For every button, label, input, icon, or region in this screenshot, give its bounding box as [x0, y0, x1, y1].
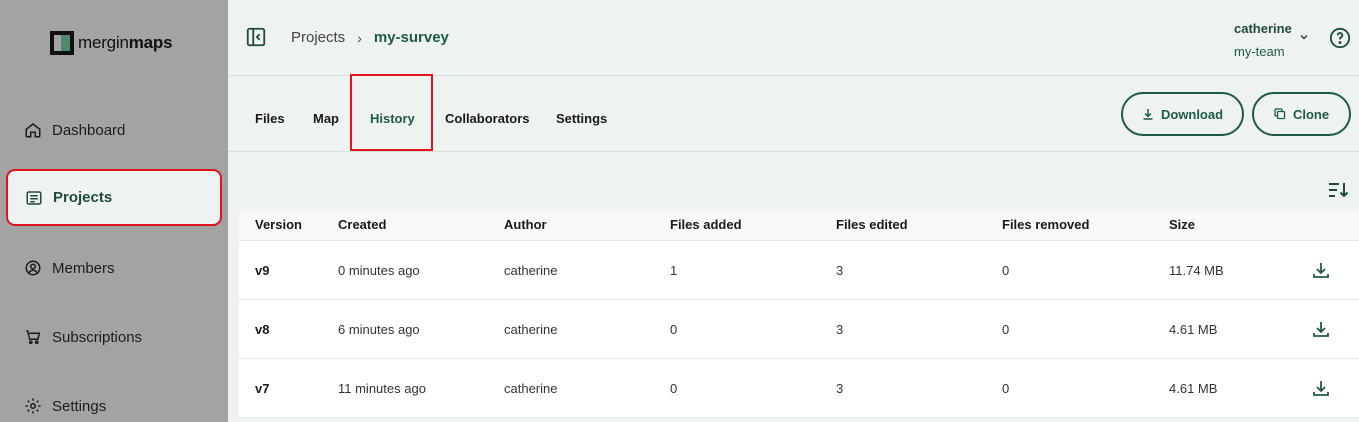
help-icon[interactable]	[1329, 27, 1351, 49]
sidebar-item-label: Settings	[52, 397, 107, 415]
created-cell: 11 minutes ago	[338, 381, 426, 396]
clone-button-label: Clone	[1292, 106, 1330, 122]
download-icon	[1143, 109, 1153, 120]
size-cell: 4.61 MB	[1169, 381, 1218, 396]
download-button-label: Download	[1160, 106, 1224, 122]
size-cell: 4.61 MB	[1169, 322, 1218, 337]
download-version-icon[interactable]	[1312, 261, 1330, 279]
clone-button[interactable]: Clone	[1252, 92, 1351, 136]
author-cell: catherine	[504, 381, 558, 396]
sidebar-item-subscriptions[interactable]: Subscriptions	[24, 325, 142, 349]
column-header[interactable]: Author	[504, 217, 547, 232]
sidebar-item-projects[interactable]: Projects	[6, 169, 222, 226]
created-cell: 0 minutes ago	[338, 263, 420, 278]
tab-collaborators[interactable]: Collaborators	[445, 111, 530, 126]
column-header[interactable]: Files added	[670, 217, 742, 232]
column-header[interactable]: Files edited	[836, 217, 908, 232]
sidebar-item-dashboard[interactable]: Dashboard	[24, 118, 125, 142]
version-cell: v7	[255, 381, 270, 396]
column-header[interactable]: Version	[255, 217, 302, 232]
breadcrumb-current-project: my-survey	[373, 29, 449, 46]
user-name: catherine	[1234, 21, 1292, 36]
tab-files[interactable]: Files	[255, 111, 285, 126]
created-cell: 6 minutes ago	[338, 322, 420, 337]
files-edited-cell: 3	[836, 322, 844, 337]
column-header[interactable]: Size	[1169, 217, 1195, 232]
list-icon	[26, 190, 42, 205]
column-header[interactable]: Files removed	[1002, 217, 1089, 232]
history-table: Version Created Author Files added Files…	[239, 209, 1359, 418]
author-cell: catherine	[504, 322, 558, 337]
column-header[interactable]: Created	[338, 217, 386, 232]
top-header: Projects › my-survey catherine my-team	[228, 0, 1359, 76]
version-cell: v9	[255, 263, 270, 278]
sidebar-item-label: Members	[52, 259, 115, 277]
team-name: my-team	[1234, 44, 1285, 59]
download-version-icon[interactable]	[1312, 379, 1330, 397]
files-added-cell: 0	[670, 322, 678, 337]
breadcrumb: Projects › my-survey	[291, 29, 449, 46]
version-cell: v8	[255, 322, 270, 337]
author-cell: catherine	[504, 263, 558, 278]
tab-settings[interactable]: Settings	[556, 111, 607, 126]
files-added-cell: 0	[670, 381, 678, 396]
breadcrumb-projects-link[interactable]: Projects	[291, 29, 345, 46]
cart-icon	[26, 330, 41, 345]
table-row[interactable]: v9 0 minutes ago catherine 1 3 0 11.74 M…	[239, 241, 1359, 300]
tab-map[interactable]: Map	[313, 111, 339, 126]
files-removed-cell: 0	[1002, 381, 1010, 396]
project-tabs: Files Map History Collaborators Settings…	[228, 74, 1359, 152]
breadcrumb-separator: ›	[357, 29, 362, 46]
download-button[interactable]: Download	[1121, 92, 1244, 136]
gear-icon	[25, 398, 41, 414]
logo[interactable]: merginmaps	[50, 31, 173, 55]
files-added-cell: 1	[670, 263, 678, 278]
home-icon	[25, 123, 41, 138]
files-removed-cell: 0	[1002, 263, 1010, 278]
sidebar-item-label: Dashboard	[52, 121, 126, 139]
size-cell: 11.74 MB	[1169, 263, 1224, 278]
download-version-icon[interactable]	[1312, 320, 1330, 338]
mergin-maps-logo-icon	[50, 31, 74, 55]
files-edited-cell: 3	[836, 263, 844, 278]
table-row[interactable]: v8 6 minutes ago catherine 0 3 0 4.61 MB	[239, 300, 1359, 359]
table-header: Version Created Author Files added Files…	[239, 209, 1359, 241]
sidebar-item-settings[interactable]: Settings	[24, 394, 106, 418]
user-circle-icon	[25, 260, 41, 276]
sidebar: merginmaps Dashboard Projects Members Su…	[0, 0, 228, 422]
user-menu[interactable]: catherine my-team	[1234, 17, 1292, 63]
sidebar-item-label: Subscriptions	[52, 328, 143, 346]
sidebar-item-members[interactable]: Members	[24, 256, 115, 280]
files-edited-cell: 3	[836, 381, 844, 396]
tab-history-highlight	[350, 74, 433, 151]
sidebar-toggle-icon[interactable]	[245, 26, 267, 48]
table-row[interactable]: v7 11 minutes ago catherine 0 3 0 4.61 M…	[239, 359, 1359, 418]
sidebar-item-label: Projects	[53, 189, 113, 206]
copy-icon	[1274, 108, 1286, 120]
files-removed-cell: 0	[1002, 322, 1010, 337]
sort-icon[interactable]	[1327, 180, 1349, 200]
chevron-down-icon[interactable]	[1299, 32, 1309, 42]
logo-text: merginmaps	[78, 33, 173, 52]
